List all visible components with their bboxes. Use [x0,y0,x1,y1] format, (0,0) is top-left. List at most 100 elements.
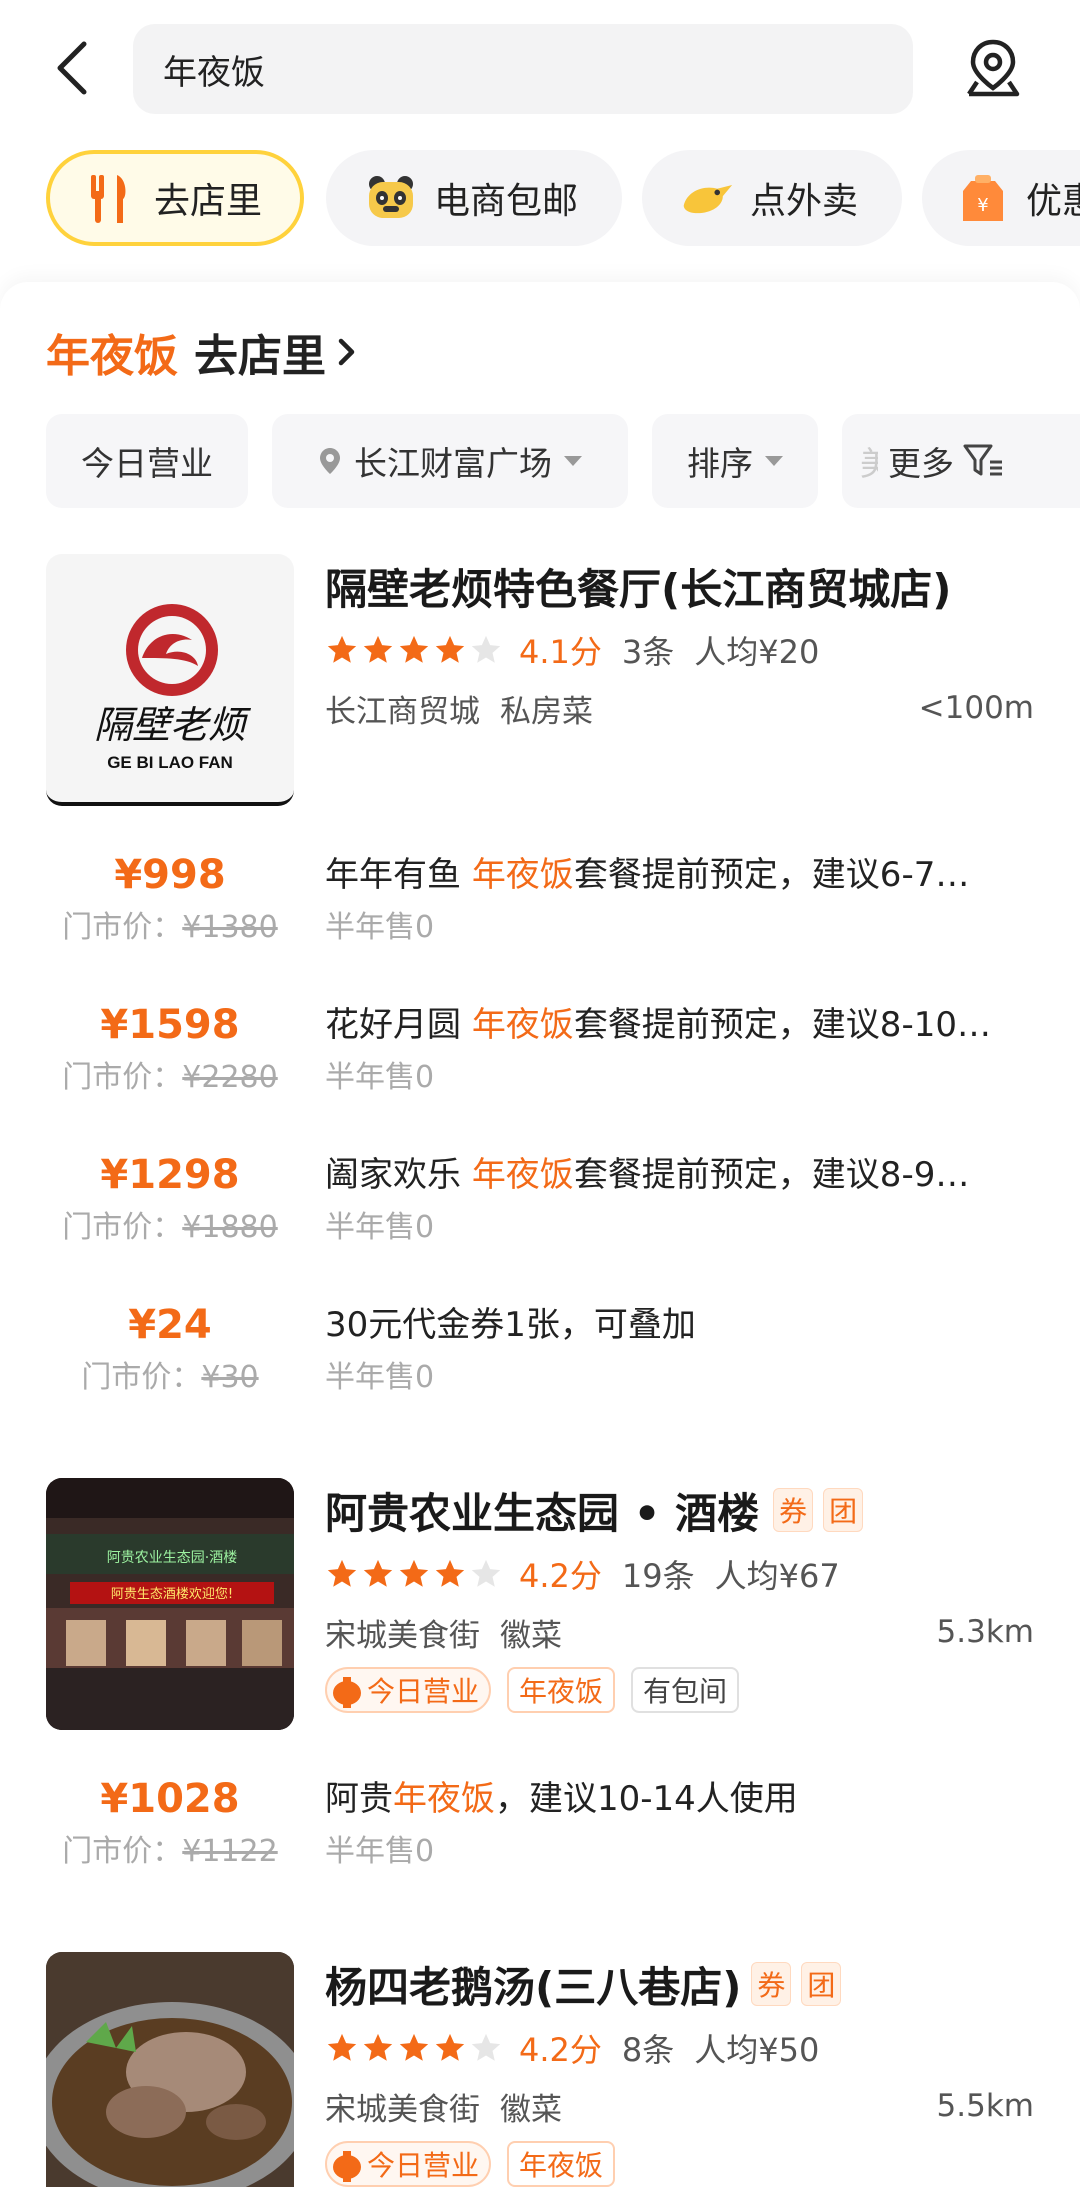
deal-sold: 半年售0 [325,1834,435,1869]
review-count: 19条 [621,1557,695,1595]
filter-more[interactable]: 美 更多 [842,414,1080,508]
led-sign-text: 阿贵生态酒楼欢迎您! [111,1586,233,1602]
info-row: 宋城美食街 徽菜 [325,1610,582,1654]
badge-row: 今日营业 年夜饭 [325,2140,631,2187]
shop-name: 阿贵农业生态园 • 酒楼 券 团 [325,1478,864,1542]
section-label: 去店里 [194,331,326,382]
deal-row[interactable]: ¥998 门市价：¥1380 年年有鱼 年夜饭套餐提前预定，建议6-7… 半年售… [0,848,1080,958]
chip-discount[interactable]: ¥ 优惠 [922,150,1080,246]
star-icon [399,1559,429,1587]
filter-label: 更多 [888,444,954,483]
location-dot-icon [320,448,340,474]
chip-takeout[interactable]: 点外卖 [642,150,902,246]
cuisine: 私房菜 [500,693,593,730]
chip-ecommerce[interactable]: 电商包邮 [326,150,622,246]
star-icon [399,635,429,663]
star-icon [363,2033,393,2061]
open-today-badge: 今日营业 [325,2141,492,2187]
rating-row: 4.2分 19条 人均¥67 [325,1552,840,1596]
funnel-icon [963,444,1002,476]
filter-label: 长江财富广场 [354,444,552,483]
logo-chinese: 隔壁老烦 [94,703,252,747]
deal-title: 花好月圆 年夜饭套餐提前预定，建议8-10… [325,1005,991,1045]
new-year-dinner-badge: 年夜饭 [507,1667,616,1713]
shop-card[interactable]: 阿贵农业生态园·酒楼 阿贵生态酒楼欢迎您! 阿贵农业生态园 • 酒楼 券 团 4… [0,1478,1080,1738]
coupon-bag-icon: ¥ [956,171,1010,225]
caret-down-icon [564,456,582,466]
group-tag: 团 [823,1488,864,1532]
deal-row[interactable]: ¥1028 门市价：¥1122 阿贵年夜饭，建议10-14人使用 半年售0 [0,1772,1080,1882]
shop-card[interactable]: 隔壁老烦 GE BI LAO FAN 隔壁老烦特色餐厅(长江商贸城店) 4.1分… [0,554,1080,814]
chip-dine-in[interactable]: 去店里 [46,150,304,246]
deal-sold: 半年售0 [325,910,435,945]
info-row: 长江商贸城 私房菜 [325,686,613,730]
chevron-right-icon [338,338,355,366]
map-pin-icon [967,39,1020,97]
section-title[interactable]: 年夜饭 去店里 [46,320,358,384]
star-rating [325,2031,505,2065]
deal-row[interactable]: ¥1598 门市价：¥2280 花好月圆 年夜饭套餐提前预定，建议8-10… 半… [0,998,1080,1108]
star-icon [399,2033,429,2061]
star-icon [327,2033,357,2061]
rating-row: 4.2分 8条 人均¥50 [325,2026,819,2070]
badge-row: 今日营业 年夜饭 有包间 [325,1666,755,1714]
filter-label: 排序 [687,444,753,483]
deal-price: ¥1028 [100,1776,240,1822]
star-icon [363,1559,393,1587]
deal-price: ¥998 [114,852,226,898]
review-count: 3条 [621,633,675,671]
new-year-dinner-badge: 年夜饭 [507,2141,616,2187]
star-icon [363,635,393,663]
top-bar: 年夜饭 [0,0,1080,140]
filter-location[interactable]: 长江财富广场 [272,414,628,508]
deal-title: 阿贵年夜饭，建议10-14人使用 [325,1779,798,1819]
star-icon [471,1559,501,1587]
review-count: 8条 [621,2031,675,2069]
original-price: 门市价：¥1880 [62,1210,278,1245]
filter-sort[interactable]: 排序 [652,414,818,508]
category-chips: 去店里 电商包邮 点外卖 ¥ 优 [0,148,1080,248]
deal-row[interactable]: ¥24 门市价：¥30 30元代金券1张，可叠加 半年售0 [0,1298,1080,1408]
shop-card[interactable]: 杨四老鹅汤(三八巷店) 券 团 4.2分 8条 人均¥50 宋城美食街 徽菜 5… [0,1952,1080,2187]
deal-sold: 半年售0 [325,1210,435,1245]
deal-title: 30元代金券1张，可叠加 [325,1305,696,1345]
avg-price: 人均¥50 [694,2031,820,2069]
star-icon [435,635,465,663]
location-button[interactable] [955,30,1031,106]
star-icon [435,1559,465,1587]
panda-icon [364,171,418,225]
section-keyword: 年夜饭 [46,331,178,382]
original-price: 门市价：¥30 [81,1360,259,1395]
avg-price: 人均¥67 [714,1557,840,1595]
svg-text:¥: ¥ [977,195,988,216]
score: 4.2分 [519,1557,602,1595]
info-row: 宋城美食街 徽菜 [325,2084,582,2128]
shop-name: 杨四老鹅汤(三八巷店) 券 团 [325,1952,842,2016]
back-button[interactable] [44,30,100,106]
original-price: 门市价：¥1122 [62,1834,278,1869]
deal-sold: 半年售0 [325,1060,435,1095]
search-input[interactable]: 年夜饭 [133,24,913,114]
chip-label: 电商包邮 [434,181,579,222]
star-rating [325,1557,505,1591]
caret-down-icon [765,456,783,466]
delivery-duck-icon [680,171,734,225]
private-room-badge: 有包间 [631,1667,740,1713]
star-icon [435,2033,465,2061]
distance: 5.3km [936,1614,1034,1650]
deal-title: 阖家欢乐 年夜饭套餐提前预定，建议8-9… [325,1155,970,1195]
shop-photo [46,1952,294,2187]
score: 4.1分 [519,633,602,671]
area: 宋城美食街 [325,2091,480,2128]
filter-open-today[interactable]: 今日营业 [46,414,248,508]
lantern-icon [333,1677,361,1708]
deal-price: ¥24 [128,1302,212,1348]
deal-row[interactable]: ¥1298 门市价：¥1880 阖家欢乐 年夜饭套餐提前预定，建议8-9… 半年… [0,1148,1080,1258]
filter-bar: 今日营业 长江财富广场 排序 美 更多 [0,414,1080,508]
open-today-badge: 今日营业 [325,1667,492,1713]
search-query: 年夜饭 [163,52,265,93]
lantern-icon [333,2151,361,2182]
deal-sold: 半年售0 [325,1360,435,1395]
coupon-tag: 券 [773,1488,814,1532]
area: 长江商贸城 [325,693,480,730]
